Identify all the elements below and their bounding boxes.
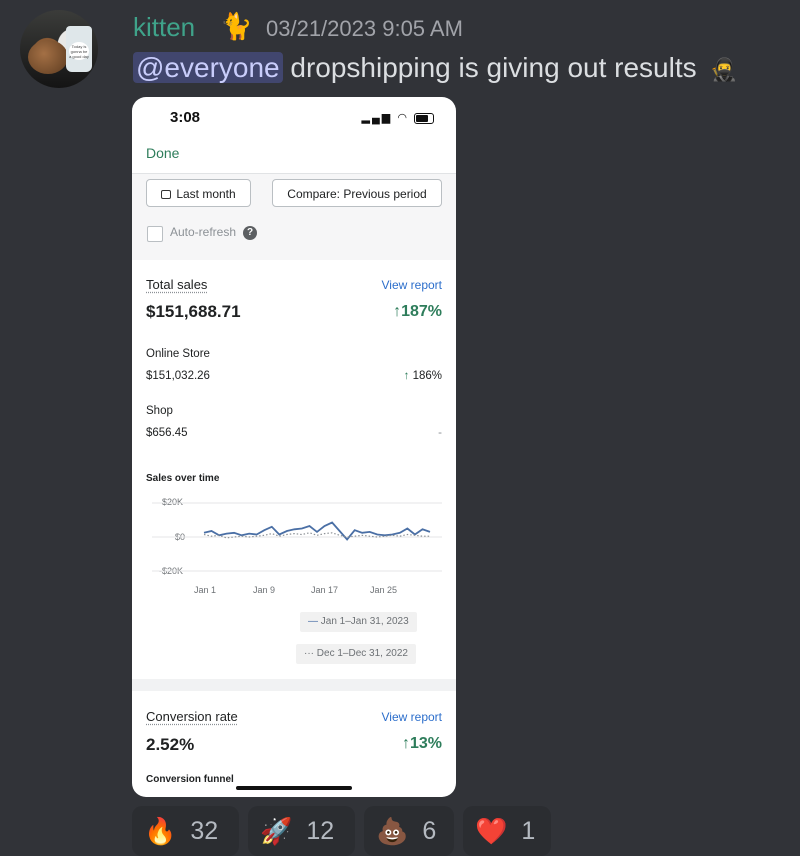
home-indicator <box>236 786 352 790</box>
conversion-rate-value: 2.52% <box>146 735 195 754</box>
auto-refresh-label: Auto-refresh <box>170 225 237 239</box>
legend-previous: ··· Dec 1–Dec 31, 2022 <box>296 644 416 664</box>
total-sales-view-report: View report <box>381 278 442 292</box>
chart-title: Sales over time <box>146 473 220 484</box>
calendar-icon <box>161 190 172 199</box>
period-button: Last month <box>146 179 251 207</box>
total-sales-title: Total sales <box>146 277 208 292</box>
total-sales-value: $151,688.71 <box>146 302 241 321</box>
up-arrow-icon: ↑ <box>403 370 410 382</box>
done-button: Done <box>146 145 180 161</box>
filter-bar: Last month Compare: Previous period Auto… <box>132 174 456 260</box>
phone-status-bar: 3:08 ▂▄▆ ◠ <box>132 97 456 137</box>
channel-change: ↑ 186% <box>404 370 442 382</box>
channel-change: - <box>438 427 442 439</box>
status-time: 3:08 <box>170 109 201 126</box>
user-avatar[interactable]: Today is gonna be a good day <box>20 10 98 88</box>
status-icons: ▂▄▆ ◠ <box>362 111 434 124</box>
solid-line-icon: — <box>308 616 318 627</box>
reaction-rocket[interactable]: 🚀 12 <box>248 806 355 856</box>
message-timestamp[interactable]: 03/21/2023 9:05 AM <box>266 16 463 42</box>
conversion-rate-change: ↑13% <box>401 735 442 752</box>
period-label: Last month <box>176 187 236 201</box>
conversion-funnel-label: Conversion funnel <box>146 774 234 785</box>
reaction-fire[interactable]: 🔥 32 <box>132 806 239 856</box>
reaction-count: 32 <box>190 816 219 845</box>
avatar-sheep-figure <box>28 40 68 74</box>
poop-icon: 💩 <box>376 815 409 846</box>
avatar-cup-label: Today is gonna be a good day <box>69 42 89 60</box>
reaction-count: 1 <box>521 816 536 845</box>
legend-previous-label: Dec 1–Dec 31, 2022 <box>316 648 408 659</box>
x-tick-label: Jan 17 <box>311 585 339 595</box>
dotted-line-icon: ··· <box>304 648 314 659</box>
signal-icon: ▂▄▆ <box>361 112 393 124</box>
wifi-icon: ◠ <box>397 112 409 124</box>
everyone-mention[interactable]: @everyone <box>133 52 283 83</box>
fire-icon: 🔥 <box>144 815 177 846</box>
total-sales-change: ↑187% <box>393 303 442 320</box>
section-separator <box>132 679 456 691</box>
auto-refresh-checkbox <box>147 226 163 242</box>
attached-screenshot[interactable]: 3:08 ▂▄▆ ◠ Done Last month Compare: Prev… <box>132 97 456 797</box>
help-icon: ? <box>243 226 257 240</box>
avatar-cup-figure: Today is gonna be a good day <box>66 26 92 72</box>
rocket-icon: 🚀 <box>260 815 293 846</box>
username[interactable]: kitten <box>133 12 195 43</box>
reaction-heart[interactable]: ❤️ 1 <box>463 806 551 856</box>
x-tick-label: Jan 1 <box>194 585 217 595</box>
username-cat-emoji: 🐈 <box>220 11 253 41</box>
x-tick-label: Jan 25 <box>370 585 398 595</box>
reaction-count: 12 <box>306 816 335 845</box>
reaction-poop[interactable]: 💩 6 <box>364 806 454 856</box>
channel-change-value: 186% <box>412 370 442 382</box>
legend-current: — Jan 1–Jan 31, 2023 <box>300 612 417 632</box>
battery-icon <box>414 112 434 124</box>
channel-name: Shop <box>146 405 173 417</box>
reaction-count: 6 <box>422 816 437 845</box>
conversion-rate-title: Conversion rate <box>146 709 238 724</box>
compare-button: Compare: Previous period <box>272 179 442 207</box>
heart-icon: ❤️ <box>475 815 508 846</box>
channel-value: $151,032.26 <box>146 370 210 382</box>
ninja-emoji: 🥷 <box>710 57 738 82</box>
channel-value: $656.45 <box>146 427 188 439</box>
conversion-view-report: View report <box>381 710 442 724</box>
legend-current-label: Jan 1–Jan 31, 2023 <box>320 616 409 627</box>
message-text: @everyone dropshipping is giving out res… <box>133 52 738 84</box>
x-tick-label: Jan 9 <box>253 585 276 595</box>
message-body: dropshipping is giving out results <box>290 52 697 83</box>
channel-name: Online Store <box>146 348 210 360</box>
